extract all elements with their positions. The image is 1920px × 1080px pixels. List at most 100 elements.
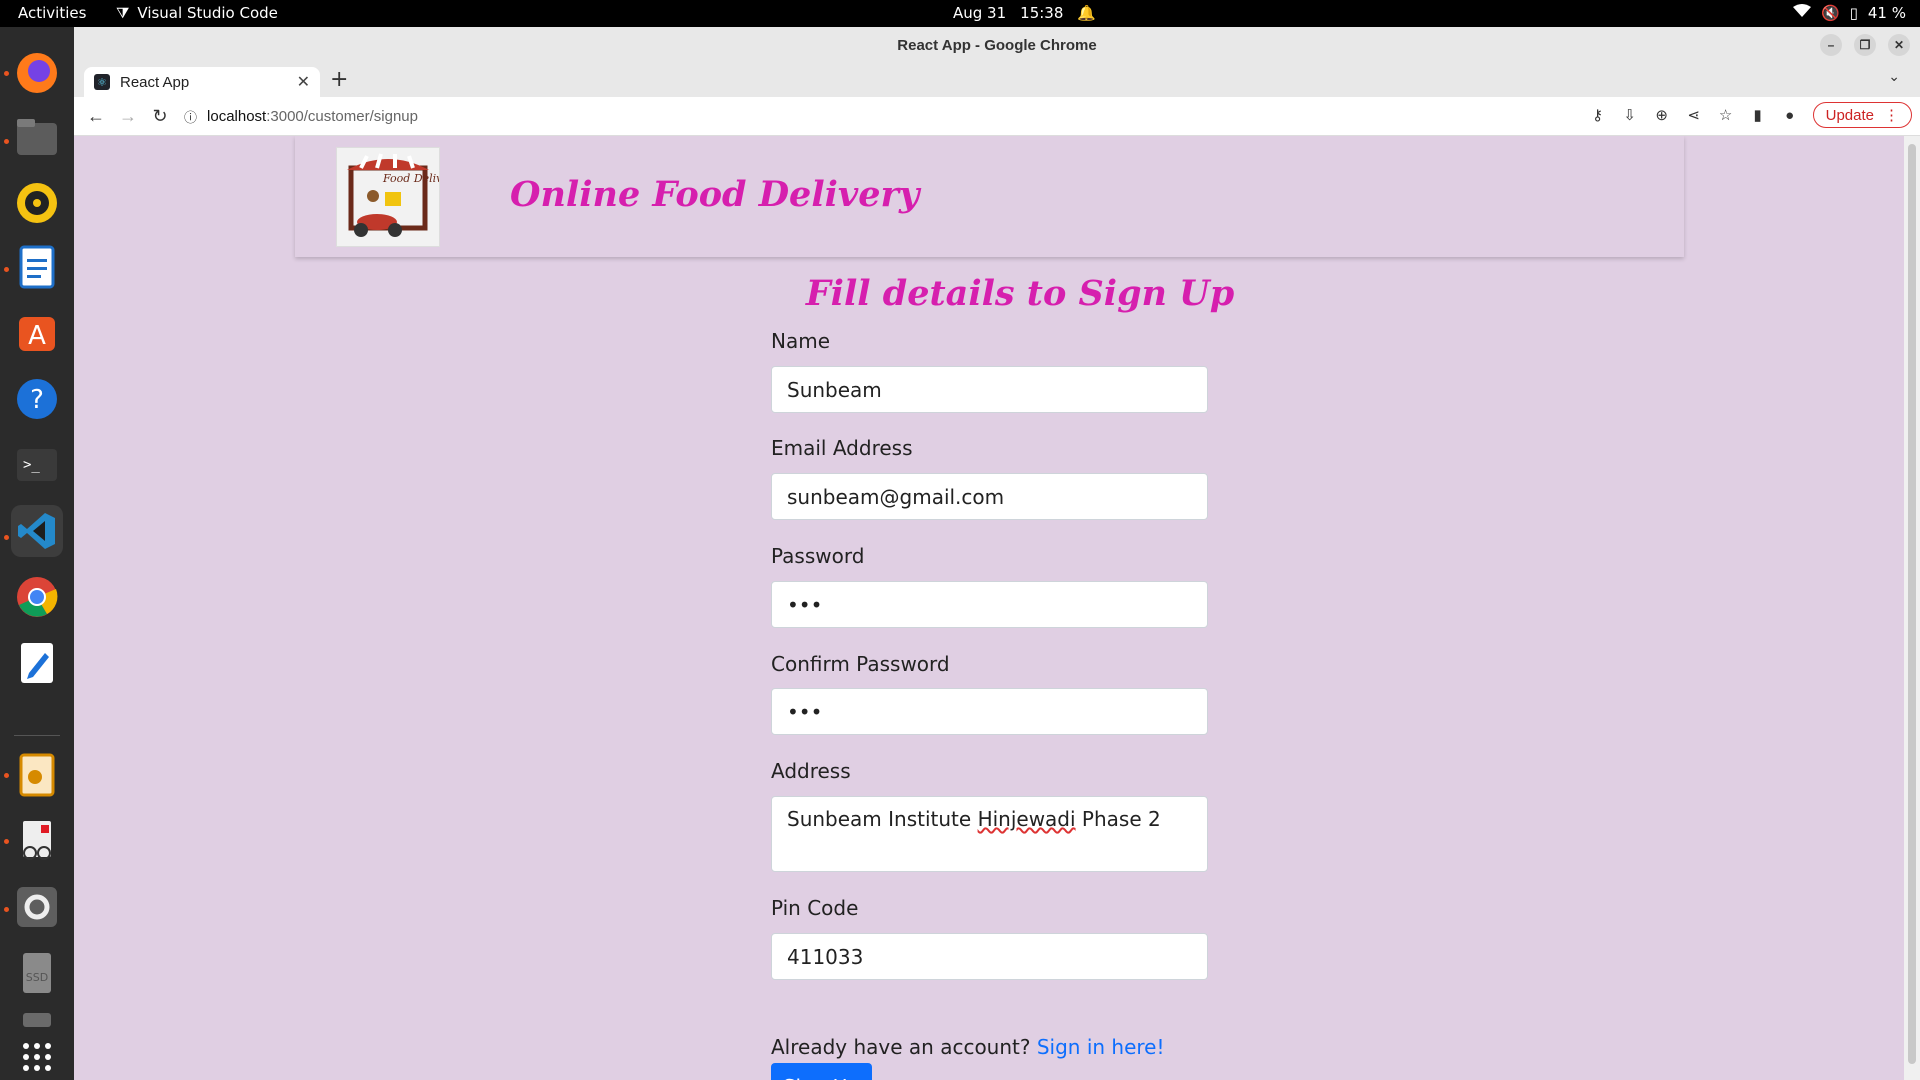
signup-button[interactable]: Sign Up (771, 1063, 872, 1080)
logo-text: Food Delivery (382, 172, 439, 185)
confirm-password-label: Confirm Password (771, 652, 950, 676)
tab-close-icon[interactable]: ✕ (297, 72, 310, 92)
rhythmbox-icon[interactable] (11, 177, 63, 229)
reload-icon[interactable]: ↻ (144, 106, 176, 127)
vscode-icon[interactable] (11, 505, 63, 557)
running-indicator (4, 839, 9, 844)
email-input[interactable]: sunbeam@gmail.com (771, 473, 1208, 520)
svg-text:?: ? (30, 385, 44, 415)
running-indicator (4, 139, 9, 144)
react-favicon-icon: ⚛ (94, 74, 110, 90)
zoom-icon[interactable]: ⊕ (1653, 106, 1671, 124)
address-textarea[interactable]: Sunbeam Institute Hinjewadi Phase 2 (771, 796, 1208, 872)
active-app-menu[interactable]: ⧩ Visual Studio Code (116, 4, 278, 22)
clock-time: 15:38 (1020, 4, 1064, 22)
site-header: Food Delivery Online Food Delivery (295, 136, 1684, 257)
name-label: Name (771, 329, 831, 353)
url-path: :3000/customer/signup (266, 108, 418, 125)
email-label: Email Address (771, 436, 913, 460)
window-controls: – ❐ ✕ (1820, 34, 1910, 56)
ssd-drive-icon[interactable]: SSD (11, 947, 63, 999)
show-apps-icon[interactable] (11, 1037, 63, 1077)
activities-button[interactable]: Activities (18, 4, 86, 22)
svg-text:>_: >_ (23, 457, 40, 473)
site-title: Online Food Delivery (510, 174, 920, 215)
vscode-icon: ⧩ (116, 4, 130, 22)
food-delivery-logo: Food Delivery (336, 147, 461, 247)
install-app-icon[interactable]: ⇩ (1621, 106, 1639, 124)
chrome-window: React App - Google Chrome – ❐ ✕ ⚛ React … (74, 27, 1920, 1080)
page-scrollbar[interactable] (1904, 136, 1920, 1080)
address-text: Sunbeam Institute (787, 807, 978, 831)
text-editor-icon[interactable] (11, 637, 63, 689)
address-text-end: Phase 2 (1075, 807, 1161, 831)
system-top-bar: Activities ⧩ Visual Studio Code Aug 31 1… (0, 0, 1920, 27)
password-label: Password (771, 544, 865, 568)
password-key-icon[interactable]: ⚷ (1589, 106, 1607, 124)
settings-icon[interactable] (11, 881, 63, 933)
toolbar-actions: ⚷ ⇩ ⊕ ⋖ ☆ ▮ ● Update ⋮ (1589, 102, 1912, 128)
app-center-icon[interactable]: A (11, 307, 63, 359)
document-viewer-icon[interactable] (11, 815, 63, 867)
dock-separator (14, 735, 60, 736)
url-host: localhost (207, 108, 267, 125)
name-input[interactable]: Sunbeam (771, 366, 1208, 413)
form-title: Fill details to Sign Up (805, 273, 1235, 314)
password-input[interactable]: ••• (771, 581, 1208, 628)
signin-row: Already have an account? Sign in here! (771, 1035, 1165, 1059)
close-icon[interactable]: ✕ (1888, 34, 1910, 56)
svg-text:A: A (28, 321, 46, 351)
tab-search-chevron-icon[interactable]: ⌄ (1888, 69, 1900, 85)
tab-react-app[interactable]: ⚛ React App ✕ (84, 67, 320, 97)
minimize-icon[interactable]: – (1820, 34, 1842, 56)
running-indicator (4, 535, 9, 540)
browser-toolbar: ← → ↻ ⓘ localhost:3000/customer/signup ⚷… (74, 97, 1920, 136)
clock-date: Aug 31 (953, 4, 1007, 22)
files-icon[interactable] (11, 111, 63, 163)
bell-icon: 🔔 (1077, 4, 1097, 22)
help-icon[interactable]: ? (11, 373, 63, 425)
confirm-password-input[interactable]: ••• (771, 688, 1208, 735)
running-indicator (4, 71, 9, 76)
running-indicator (4, 267, 9, 272)
profile-avatar-icon[interactable]: ● (1781, 107, 1799, 124)
tab-strip: ⚛ React App ✕ + ⌄ (74, 63, 1920, 97)
pincode-input[interactable]: 411033 (771, 933, 1208, 980)
window-titlebar[interactable]: React App - Google Chrome – ❐ ✕ (74, 27, 1920, 63)
system-tray[interactable]: 🔇 ▯ 41 % (1792, 4, 1906, 22)
new-tab-icon[interactable]: + (330, 67, 348, 92)
battery-icon: ▯ (1849, 4, 1858, 22)
share-icon[interactable]: ⋖ (1685, 106, 1703, 124)
drive-icon[interactable] (11, 1007, 63, 1027)
terminal-icon[interactable]: >_ (11, 439, 63, 491)
chrome-icon[interactable] (11, 571, 63, 623)
page-viewport[interactable]: Food Delivery Online Food Delivery Fill … (74, 136, 1920, 1080)
forward-icon[interactable]: → (112, 106, 144, 127)
libreoffice-impress-icon[interactable] (11, 749, 63, 801)
clock[interactable]: Aug 31 15:38 🔔 (953, 4, 1096, 22)
bookmark-star-icon[interactable]: ☆ (1717, 106, 1735, 124)
active-app-name: Visual Studio Code (137, 4, 278, 22)
libreoffice-writer-icon[interactable] (11, 241, 63, 293)
restore-icon[interactable]: ❐ (1854, 34, 1876, 56)
firefox-icon[interactable] (11, 47, 63, 99)
dock: A ? >_ SSD (0, 27, 74, 1080)
signin-link[interactable]: Sign in here! (1037, 1035, 1165, 1059)
site-info-icon[interactable]: ⓘ (184, 107, 197, 126)
update-button[interactable]: Update ⋮ (1812, 102, 1912, 128)
update-label: Update (1825, 106, 1874, 124)
side-panel-icon[interactable]: ▮ (1749, 106, 1767, 124)
volume-muted-icon: 🔇 (1820, 4, 1840, 22)
running-indicator (4, 773, 9, 778)
tab-title: React App (120, 73, 190, 91)
scrollbar-thumb[interactable] (1908, 144, 1916, 1064)
running-indicator (4, 907, 9, 912)
wifi-icon (1792, 4, 1811, 22)
svg-text:SSD: SSD (26, 971, 48, 984)
back-icon[interactable]: ← (80, 106, 112, 127)
pincode-label: Pin Code (771, 896, 859, 920)
address-label: Address (771, 759, 851, 783)
address-bar[interactable]: ⓘ localhost:3000/customer/signup (184, 101, 1644, 132)
kebab-menu-icon: ⋮ (1884, 107, 1899, 124)
window-title: React App - Google Chrome (897, 36, 1097, 54)
